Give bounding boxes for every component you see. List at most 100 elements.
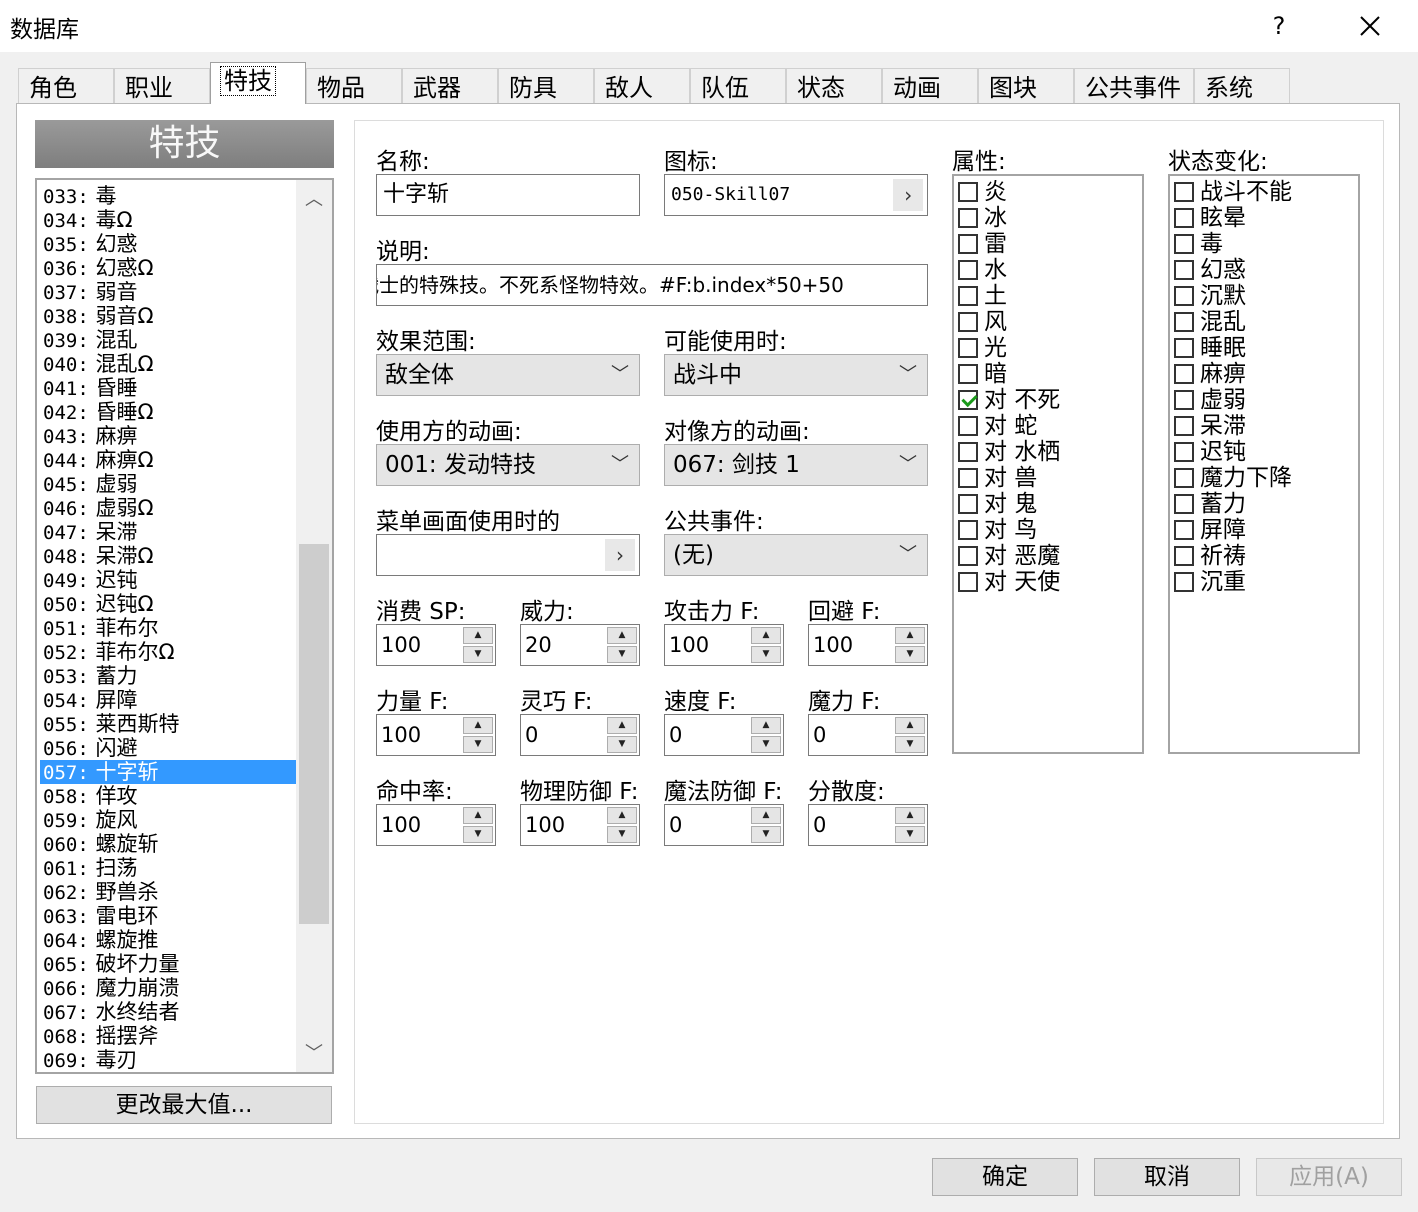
param-spinbox[interactable]: 100 ▲ ▼ [376, 804, 496, 846]
spin-down-icon[interactable]: ▼ [463, 646, 493, 663]
checklist-item[interactable]: 祈祷 [1174, 543, 1246, 569]
scroll-down-button[interactable]: ﹀ [298, 1036, 330, 1072]
spin-down-icon[interactable]: ▼ [463, 736, 493, 753]
list-item[interactable]: 057: 十字斩 [40, 760, 298, 784]
spin-down-icon[interactable]: ▼ [895, 736, 925, 753]
list-item[interactable]: 037: 弱音 [40, 280, 298, 304]
tab-item[interactable]: 动画 [882, 68, 978, 104]
checkbox-icon[interactable] [958, 468, 978, 488]
checklist-item[interactable]: 对 鸟 [958, 517, 1037, 543]
checklist-item[interactable]: 虚弱 [1174, 387, 1246, 413]
checkbox-icon[interactable] [958, 338, 978, 358]
spin-up-icon[interactable]: ▲ [463, 717, 493, 734]
checklist-item[interactable]: 对 恶魔 [958, 543, 1060, 569]
checklist-item[interactable]: 混乱 [1174, 309, 1246, 335]
description-field[interactable]: 战士的特殊技。不死系怪物特效。#F:b.index*50+50 [376, 264, 928, 306]
help-button[interactable]: ? [1262, 8, 1296, 44]
checklist-item[interactable]: 风 [958, 309, 1007, 335]
checklist-item[interactable]: 屏障 [1174, 517, 1246, 543]
checklist-item[interactable]: 雷 [958, 231, 1007, 257]
checkbox-icon[interactable] [1174, 312, 1194, 332]
spin-down-icon[interactable]: ▼ [751, 736, 781, 753]
checkbox-icon[interactable] [1174, 182, 1194, 202]
list-item[interactable]: 044: 麻痹Ω [40, 448, 298, 472]
checkbox-icon[interactable] [1174, 338, 1194, 358]
checklist-item[interactable]: 沉默 [1174, 283, 1246, 309]
checkbox-icon[interactable] [958, 416, 978, 436]
checkbox-icon[interactable] [1174, 494, 1194, 514]
checkbox-icon[interactable] [1174, 442, 1194, 462]
list-scroll-thumb[interactable] [299, 544, 329, 924]
checklist-item[interactable]: 战斗不能 [1174, 179, 1292, 205]
param-spinbox[interactable]: 100 ▲ ▼ [376, 624, 496, 666]
apply-button[interactable]: 应用(A) [1256, 1158, 1402, 1196]
checkbox-icon[interactable] [1174, 416, 1194, 436]
checkbox-icon[interactable] [1174, 546, 1194, 566]
spin-up-icon[interactable]: ▲ [607, 627, 637, 644]
tab-item[interactable]: 状态 [786, 68, 882, 104]
list-item[interactable]: 067: 水终结者 [40, 1000, 298, 1024]
checkbox-icon[interactable] [958, 546, 978, 566]
list-item[interactable]: 050: 迟钝Ω [40, 592, 298, 616]
checklist-item[interactable]: 幻惑 [1174, 257, 1246, 283]
checkbox-icon[interactable] [1174, 286, 1194, 306]
list-item[interactable]: 058: 佯攻 [40, 784, 298, 808]
checkbox-icon[interactable] [1174, 468, 1194, 488]
checkbox-icon[interactable] [958, 286, 978, 306]
spin-down-icon[interactable]: ▼ [895, 646, 925, 663]
checkbox-icon[interactable] [958, 208, 978, 228]
spin-up-icon[interactable]: ▲ [895, 807, 925, 824]
scroll-up-button[interactable]: ︿ [298, 182, 330, 218]
tab-item[interactable]: 角色 [18, 68, 114, 104]
checkbox-icon[interactable] [1174, 572, 1194, 592]
menu-se-field[interactable]: › [376, 534, 640, 576]
list-item[interactable]: 065: 破坏力量 [40, 952, 298, 976]
spin-up-icon[interactable]: ▲ [607, 717, 637, 734]
icon-browse-button[interactable]: › [893, 179, 923, 211]
checkbox-icon[interactable] [958, 520, 978, 540]
tab-item[interactable]: 防具 [498, 68, 594, 104]
list-item[interactable]: 040: 混乱Ω [40, 352, 298, 376]
checklist-item[interactable]: 土 [958, 283, 1007, 309]
list-item[interactable]: 061: 扫荡 [40, 856, 298, 880]
param-spinbox[interactable]: 100 ▲ ▼ [664, 624, 784, 666]
checklist-item[interactable]: 对 鬼 [958, 491, 1037, 517]
list-item[interactable]: 036: 幻惑Ω [40, 256, 298, 280]
checkbox-icon[interactable] [958, 364, 978, 384]
tab-item[interactable]: 图块 [978, 68, 1074, 104]
checklist-item[interactable]: 水 [958, 257, 1007, 283]
list-item[interactable]: 046: 虚弱Ω [40, 496, 298, 520]
tab-item[interactable]: 公共事件 [1074, 68, 1194, 104]
checklist-item[interactable]: 对 不死 [958, 387, 1060, 413]
checkbox-icon[interactable] [1174, 260, 1194, 280]
spin-up-icon[interactable]: ▲ [607, 807, 637, 824]
checkbox-icon[interactable] [1174, 390, 1194, 410]
checkbox-icon[interactable] [958, 494, 978, 514]
tab-item[interactable]: 特技 [210, 62, 306, 104]
spin-down-icon[interactable]: ▼ [607, 826, 637, 843]
spin-down-icon[interactable]: ▼ [607, 646, 637, 663]
spin-up-icon[interactable]: ▲ [751, 717, 781, 734]
list-item[interactable]: 047: 呆滞 [40, 520, 298, 544]
param-spinbox[interactable]: 100 ▲ ▼ [520, 804, 640, 846]
tab-item[interactable]: 队伍 [690, 68, 786, 104]
list-item[interactable]: 062: 野兽杀 [40, 880, 298, 904]
checklist-item[interactable]: 魔力下降 [1174, 465, 1292, 491]
list-item[interactable]: 043: 麻痹 [40, 424, 298, 448]
checklist-item[interactable]: 蓄力 [1174, 491, 1246, 517]
close-button[interactable] [1348, 8, 1392, 44]
list-item[interactable]: 064: 螺旋推 [40, 928, 298, 952]
checklist-item[interactable]: 眩晕 [1174, 205, 1246, 231]
spin-up-icon[interactable]: ▲ [895, 717, 925, 734]
list-item[interactable]: 056: 闪避 [40, 736, 298, 760]
list-item[interactable]: 059: 旋风 [40, 808, 298, 832]
param-spinbox[interactable]: 100 ▲ ▼ [376, 714, 496, 756]
name-field[interactable]: 十字斩 [376, 174, 640, 216]
cancel-button[interactable]: 取消 [1094, 1158, 1240, 1196]
checkbox-icon[interactable] [1174, 234, 1194, 254]
list-item[interactable]: 035: 幻惑 [40, 232, 298, 256]
param-spinbox[interactable]: 0 ▲ ▼ [664, 804, 784, 846]
checkbox-icon[interactable] [958, 390, 978, 410]
checkbox-icon[interactable] [958, 234, 978, 254]
icon-field[interactable]: 050-Skill07 › [664, 174, 928, 216]
